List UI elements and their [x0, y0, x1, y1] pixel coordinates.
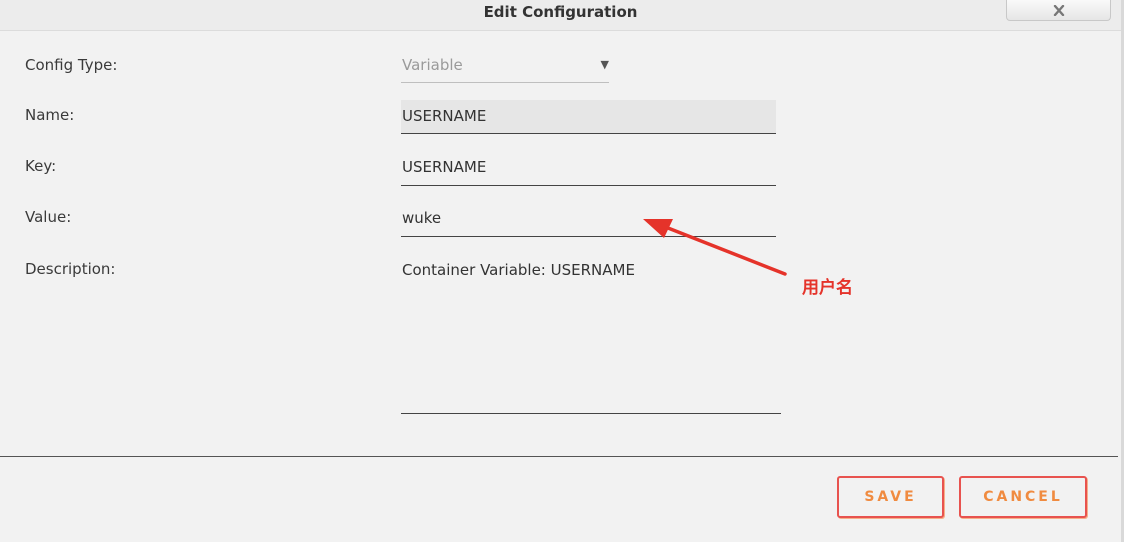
cancel-button[interactable]: CANCEL: [959, 476, 1087, 518]
edit-configuration-dialog: Edit Configuration Config Type: Variable…: [0, 0, 1124, 542]
save-button[interactable]: SAVE: [837, 476, 944, 518]
annotation-arrow: [643, 219, 787, 276]
footer-divider: [0, 456, 1118, 457]
annotation-label: 用户名: [802, 278, 853, 298]
